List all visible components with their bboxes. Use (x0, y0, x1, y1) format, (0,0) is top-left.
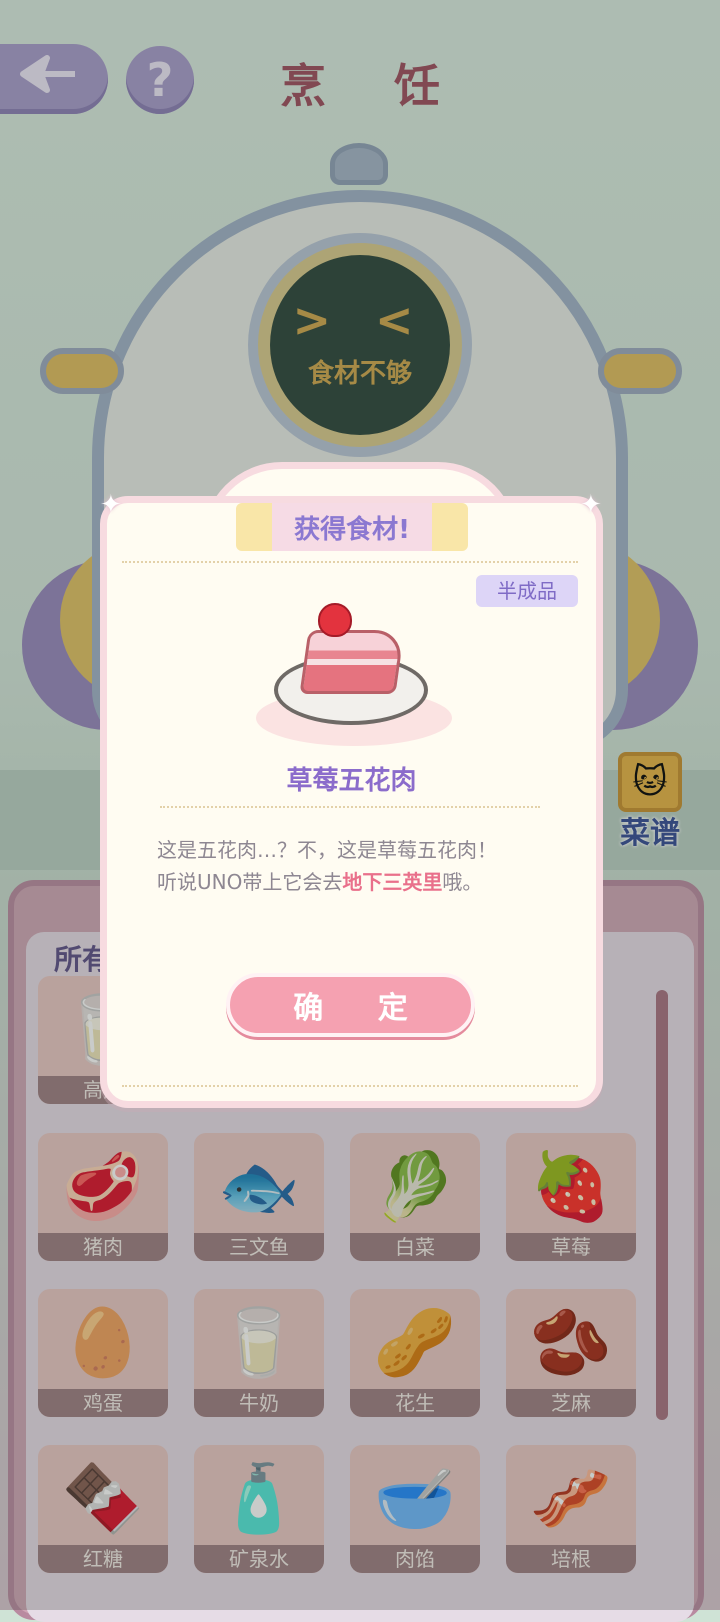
sparkle-icon: ✦ (580, 490, 602, 520)
divider (122, 561, 578, 563)
title-ribbon: 获得食材! (236, 503, 468, 551)
item-name: 草莓五花肉 (286, 766, 417, 796)
confirm-button[interactable]: 确 定 (226, 973, 475, 1037)
divider (160, 806, 540, 808)
strawberry-topping-icon (318, 603, 352, 637)
strawberry-pork-belly-icon (299, 630, 405, 694)
item-type-badge: 半成品 (476, 575, 578, 607)
sparkle-icon: ✦ (100, 490, 122, 520)
highlight-text: 地下三英里 (342, 870, 443, 894)
description-line-1: 这是五花肉…？不，这是草莓五花肉！ (157, 838, 497, 862)
description-line-2: 听说UNO带上它会去地下三英里哦。 (157, 870, 483, 894)
item-description: 这是五花肉…？不，这是草莓五花肉！ 听说UNO带上它会去地下三英里哦。 (157, 834, 557, 898)
modal-title: 获得食材! (294, 514, 410, 545)
divider (122, 1085, 578, 1087)
